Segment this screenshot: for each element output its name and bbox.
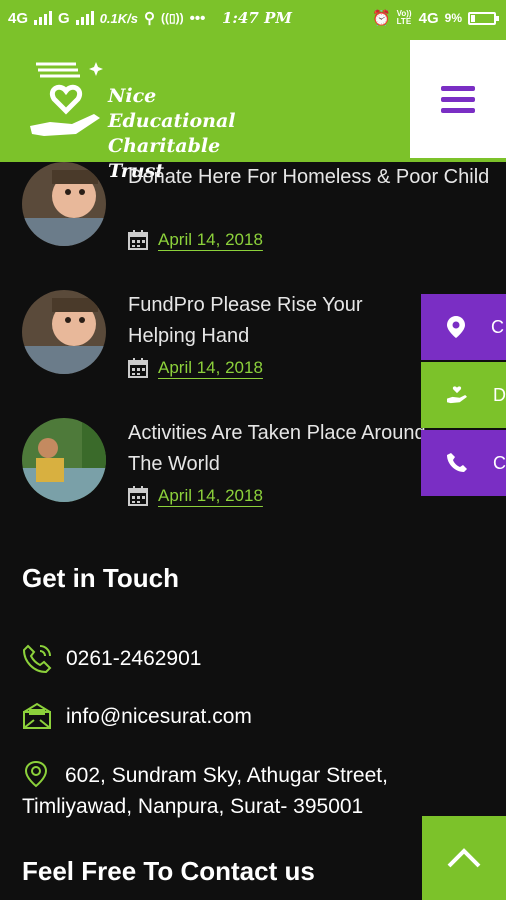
post-date: April 14, 2018 <box>128 486 263 506</box>
calendar-icon <box>128 230 148 250</box>
hand-heart-logo-icon <box>30 62 103 136</box>
contact-us-heading: Feel Free To Contact us <box>22 856 315 886</box>
vibrate-icon: ((▯)) <box>161 11 184 25</box>
data-speed: 0.1K/s <box>99 10 138 26</box>
contact-phone[interactable]: 0261-2462901 <box>22 644 201 674</box>
calendar-icon <box>128 486 148 506</box>
side-button-donate[interactable]: D <box>421 362 506 428</box>
post-date-link[interactable]: April 14, 2018 <box>158 358 263 378</box>
site-header: Nice Educational Charitable Trust <box>0 36 506 182</box>
site-logo[interactable]: Nice Educational Charitable Trust <box>26 56 276 182</box>
usb-icon: ⚲ <box>144 10 155 27</box>
network-type-3: 4G <box>418 9 439 27</box>
back-to-top-button[interactable] <box>422 816 506 900</box>
calendar-icon <box>128 358 148 378</box>
side-button-label: C <box>491 316 504 337</box>
contact-email[interactable]: info@nicesurat.com <box>22 702 252 732</box>
more-icon: ••• <box>189 9 206 27</box>
battery-icon <box>468 11 499 25</box>
logo-line-1: Nice Educational <box>108 85 236 132</box>
signal-icon-2 <box>75 11 94 25</box>
recent-post[interactable]: Donate Here For Homeless & Poor Child Ap… <box>22 162 502 262</box>
phone-icon <box>447 453 467 472</box>
status-left: 4G G 0.1K/s ⚲ ((▯)) ••• <box>8 9 206 28</box>
side-button-label: C <box>493 452 506 473</box>
hamburger-bar <box>441 85 475 91</box>
phone-outline-icon <box>22 644 52 674</box>
contact-phone-text[interactable]: 0261-2462901 <box>66 644 201 674</box>
contact-address-text: 602, Sundram Sky, Athugar Street, Timliy… <box>22 764 388 818</box>
post-date: April 14, 2018 <box>128 230 263 250</box>
volte-label: Vo)) LTE <box>396 9 412 26</box>
post-date-link[interactable]: April 14, 2018 <box>158 230 263 250</box>
post-date-link[interactable]: April 14, 2018 <box>158 486 263 506</box>
contact-address: 602, Sundram Sky, Athugar Street, Timliy… <box>22 760 492 822</box>
hamburger-bar <box>441 96 475 102</box>
status-bar: 4G G 0.1K/s ⚲ ((▯)) ••• 1:47 PM ⏰ Vo)) L… <box>0 0 506 36</box>
post-title[interactable]: Donate Here For Homeless & Poor Child <box>128 162 498 193</box>
signal-icon <box>34 11 53 25</box>
status-right: ⏰ Vo)) LTE 4G 9% <box>371 9 499 27</box>
battery-percent: 9% <box>444 11 462 25</box>
side-button-location[interactable]: C <box>421 294 506 360</box>
alarm-icon: ⏰ <box>371 10 391 27</box>
side-button-call[interactable]: C <box>421 430 506 496</box>
email-outline-icon <box>23 702 51 729</box>
side-button-label: D <box>493 384 506 405</box>
hamburger-menu-button[interactable] <box>410 40 506 158</box>
contact-email-text[interactable]: info@nicesurat.com <box>66 702 252 732</box>
donate-hand-icon <box>447 386 467 404</box>
post-title[interactable]: Activities Are Taken Place Around The Wo… <box>128 418 428 480</box>
clock: 1:47 PM <box>222 9 292 27</box>
network-type-2: G <box>58 9 70 27</box>
post-date: April 14, 2018 <box>128 358 263 378</box>
post-thumbnail[interactable] <box>22 290 106 374</box>
post-thumbnail[interactable] <box>22 418 106 502</box>
post-thumbnail[interactable] <box>22 162 106 246</box>
post-title[interactable]: FundPro Please Rise Your Helping Hand <box>128 290 428 352</box>
chevron-up-icon <box>447 848 481 868</box>
hamburger-bar <box>441 107 475 113</box>
get-in-touch-heading: Get in Touch <box>22 563 179 593</box>
network-type: 4G <box>8 9 29 27</box>
location-icon <box>447 316 465 338</box>
